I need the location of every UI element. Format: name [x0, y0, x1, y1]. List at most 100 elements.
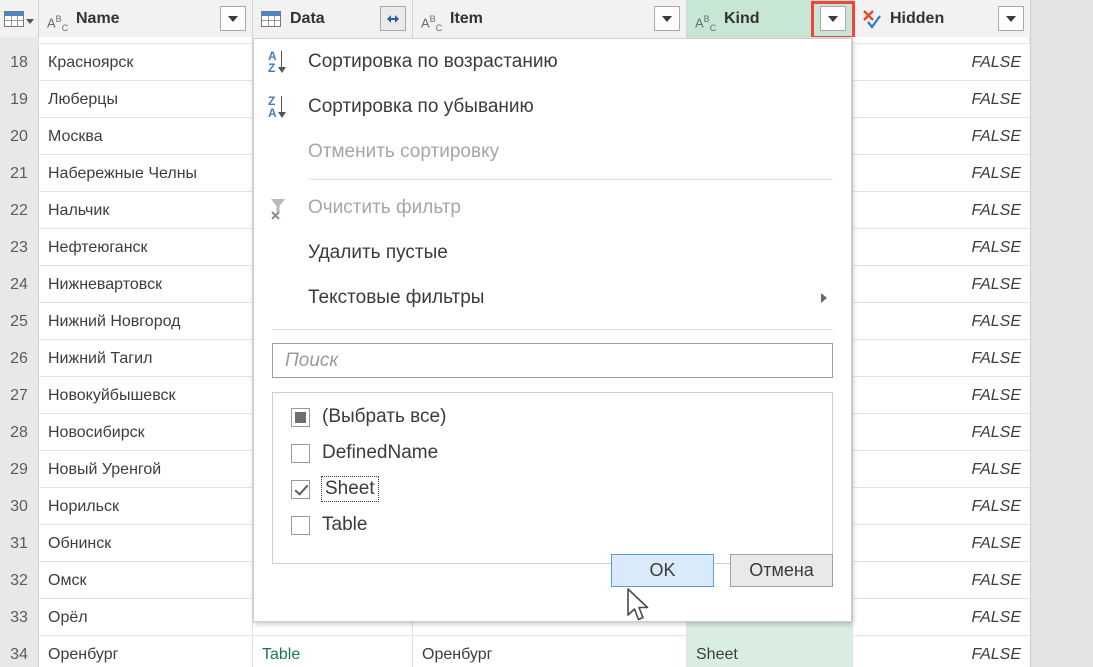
cell-index: 30 [0, 488, 39, 525]
cell-item: Оренбург [413, 636, 687, 667]
cell-hidden: FALSE [971, 460, 1022, 478]
cell-hidden: FALSE [971, 608, 1022, 626]
cell-hidden: FALSE [971, 386, 1022, 404]
cell-index: 28 [0, 414, 39, 451]
cell-hidden: FALSE [971, 238, 1022, 256]
cell-index: 32 [0, 562, 39, 599]
cell-hidden: FALSE [971, 645, 1022, 663]
cell-name: Люберцы [39, 81, 253, 118]
column-header-data[interactable]: Data [253, 0, 413, 37]
filter-item-label: Table [322, 514, 368, 535]
boolean-icon [861, 9, 883, 29]
cell-index: 34 [0, 636, 39, 667]
right-gutter [1030, 0, 1093, 667]
cell-name: Обнинск [39, 525, 253, 562]
cell-index: 20 [0, 118, 39, 155]
filter-dropdown-button-hidden[interactable] [998, 6, 1024, 31]
abc-icon: ABC [47, 13, 69, 33]
cell-hidden: FALSE [971, 497, 1022, 515]
table-row[interactable]: 34 Оренбург Table Оренбург Sheet FALSE [0, 636, 1030, 667]
cell-name: Орёл [39, 599, 253, 636]
table-icon [4, 10, 34, 27]
menu-divider [272, 329, 833, 330]
menu-item-sort-ascending[interactable]: AZ Сортировка по возрастанию [254, 39, 851, 84]
chevron-right-icon [821, 292, 827, 303]
column-header-label: Item [450, 9, 483, 27]
checkbox-unchecked-icon[interactable] [291, 443, 310, 463]
menu-item-sort-descending[interactable]: ZA Сортировка по убыванию [254, 84, 851, 129]
table-corner-button[interactable] [0, 0, 39, 37]
cell-data: Table [253, 636, 413, 667]
abc-icon: ABC [421, 13, 443, 33]
cell-index: 21 [0, 155, 39, 192]
table-icon [261, 9, 283, 29]
filter-values-list[interactable]: (Выбрать все) DefinedName Sheet Table [272, 392, 833, 564]
sort-ascending-icon: AZ [268, 49, 308, 75]
column-header-label: Hidden [890, 9, 945, 27]
grid-header-row: ABC Name Data ABC Item ABC Kind Hidden [0, 0, 1030, 37]
menu-item-label: Удалить пустые [308, 241, 448, 263]
menu-item-label: Очистить фильтр [308, 196, 462, 218]
cell-hidden: FALSE [971, 423, 1022, 441]
checkbox-checked-icon[interactable] [291, 479, 310, 499]
expand-columns-button[interactable] [380, 6, 406, 31]
filter-dropdown-button-item[interactable] [654, 6, 680, 31]
cell-name: Новосибирск [39, 414, 253, 451]
chevron-down-icon [228, 15, 238, 22]
cell-hidden: FALSE [971, 571, 1022, 589]
checkbox-indeterminate-icon[interactable] [291, 407, 310, 427]
cell-hidden: FALSE [971, 127, 1022, 145]
cell-name: Красноярск [39, 44, 253, 81]
cell-hidden: FALSE [971, 53, 1022, 71]
filter-item-select-all[interactable]: (Выбрать все) [273, 399, 832, 435]
cell-index: 26 [0, 340, 39, 377]
power-query-editor-window: ABC Name Data ABC Item ABC Kind Hidden 1… [0, 0, 1093, 667]
search-field-wrapper [254, 339, 851, 378]
menu-item-clear-sort[interactable]: Отменить сортировку [254, 129, 851, 174]
cell-name: Норильск [39, 488, 253, 525]
filter-dropdown-button-name[interactable] [220, 6, 246, 31]
checkbox-unchecked-icon[interactable] [291, 515, 310, 535]
chevron-down-icon [1006, 15, 1016, 22]
menu-item-clear-filter[interactable]: Очистить фильтр [254, 185, 851, 230]
search-box[interactable] [272, 343, 833, 378]
cell-index: 24 [0, 266, 39, 303]
cell-name: Оренбург [39, 636, 253, 667]
filter-dropdown-button-kind[interactable] [820, 6, 846, 31]
menu-item-text-filters[interactable]: Текстовые фильтры [254, 275, 851, 320]
cell-name: Нижневартовск [39, 266, 253, 303]
filter-item-sheet[interactable]: Sheet [273, 471, 832, 507]
filter-item-label: Sheet [321, 476, 379, 502]
cell-index: 33 [0, 599, 39, 636]
cell-hidden: FALSE [971, 312, 1022, 330]
filter-item-table[interactable]: Table [273, 507, 832, 543]
column-header-kind[interactable]: ABC Kind [687, 0, 853, 37]
cell-index: 18 [0, 44, 39, 81]
filter-item-definedname[interactable]: DefinedName [273, 435, 832, 471]
cell-name: Москва [39, 118, 253, 155]
abc-icon: ABC [695, 13, 717, 33]
cell-hidden: FALSE [971, 201, 1022, 219]
menu-item-remove-empty[interactable]: Удалить пустые [254, 230, 851, 275]
menu-item-label: Текстовые фильтры [308, 286, 485, 308]
filter-item-label: (Выбрать все) [322, 406, 447, 427]
cell-hidden: FALSE [971, 164, 1022, 182]
filter-item-label: DefinedName [322, 442, 439, 463]
search-input[interactable] [283, 348, 822, 373]
cell-name: Нижний Новгород [39, 303, 253, 340]
filter-dropdown-panel: AZ Сортировка по возрастанию ZA Сортиров… [253, 38, 852, 622]
sort-descending-icon: ZA [268, 94, 308, 120]
cancel-button[interactable]: Отмена [730, 554, 833, 587]
ok-button[interactable]: OK [611, 554, 714, 587]
column-header-item[interactable]: ABC Item [413, 0, 687, 37]
column-header-name[interactable]: ABC Name [39, 0, 253, 37]
cell-index: 29 [0, 451, 39, 488]
clear-filter-icon [268, 196, 308, 220]
column-header-hidden[interactable]: Hidden [853, 0, 1030, 37]
chevron-down-icon [662, 15, 672, 22]
cell-name: Новый Уренгой [39, 451, 253, 488]
column-header-label: Kind [724, 9, 760, 27]
menu-divider [309, 179, 833, 180]
menu-item-label: Сортировка по убыванию [308, 95, 534, 117]
dialog-button-row: OK Отмена [254, 554, 851, 587]
